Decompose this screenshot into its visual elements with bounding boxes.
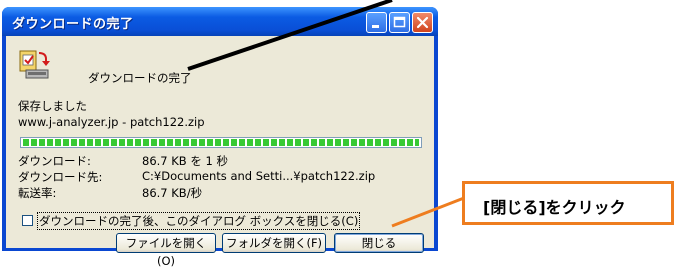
callout-text: [閉じる]をクリック bbox=[483, 198, 626, 217]
callout-connector bbox=[391, 196, 465, 228]
pointer-line bbox=[187, 0, 393, 71]
callout-box: [閉じる]をクリック bbox=[462, 181, 674, 225]
